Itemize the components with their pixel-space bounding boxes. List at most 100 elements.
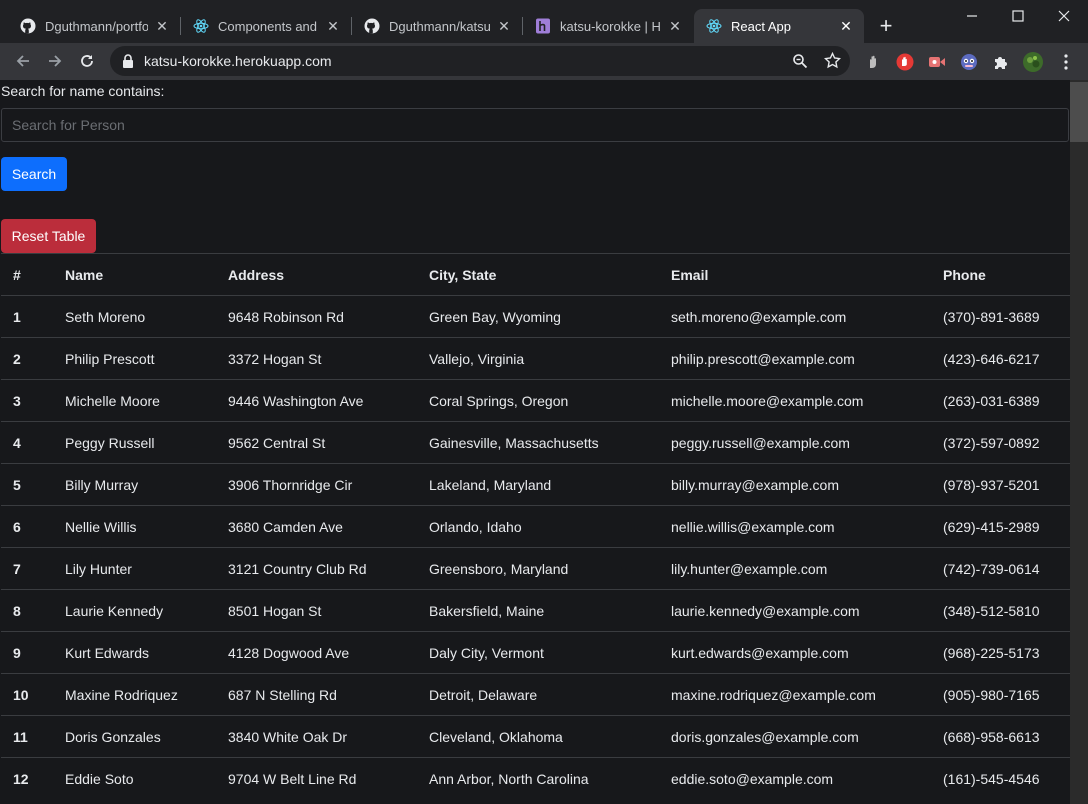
address-bar[interactable]: katsu-korokke.herokuapp.com xyxy=(110,46,850,76)
minimize-button[interactable] xyxy=(949,0,995,32)
row-phone: (668)-958-6613 xyxy=(931,715,1070,758)
row-phone: (370)-891-3689 xyxy=(931,295,1070,338)
search-input[interactable] xyxy=(1,108,1069,142)
row-address: 9648 Robinson Rd xyxy=(216,295,417,338)
row-city-state: Bakersfield, Maine xyxy=(417,589,659,632)
close-window-button[interactable] xyxy=(1041,0,1087,32)
row-city-state: Gainesville, Massachusetts xyxy=(417,421,659,464)
row-phone: (263)-031-6389 xyxy=(931,379,1070,422)
tab-title: Components and Props xyxy=(218,18,319,34)
page-content: Search for name contains: Search Reset T… xyxy=(0,80,1070,804)
row-address: 3372 Hogan St xyxy=(216,337,417,380)
row-city-state: Ann Arbor, North Carolina xyxy=(417,757,659,799)
tab-github-katsu[interactable]: Dguthmann/katsu-korokke ✕ xyxy=(352,9,522,43)
row-number: 6 xyxy=(1,505,53,548)
table-row: 8 Laurie Kennedy 8501 Hogan St Bakersfield,… xyxy=(1,589,1070,632)
tab-react-docs[interactable]: Components and Props ✕ xyxy=(181,9,351,43)
row-name: Maxine Rodriquez xyxy=(53,673,216,716)
browser-menu-icon[interactable] xyxy=(1056,52,1076,72)
github-icon xyxy=(20,18,36,34)
row-name: Doris Gonzales xyxy=(53,715,216,758)
row-email: eddie.soto@example.com xyxy=(659,757,931,799)
row-number: 8 xyxy=(1,589,53,632)
extension-stop-icon[interactable] xyxy=(895,52,915,72)
column-header-email: Email xyxy=(659,253,931,296)
maximize-button[interactable] xyxy=(995,0,1041,32)
bookmark-star-icon[interactable] xyxy=(823,51,842,74)
row-number: 9 xyxy=(1,631,53,674)
row-email: billy.murray@example.com xyxy=(659,463,931,506)
row-phone: (968)-225-5173 xyxy=(931,631,1070,674)
extension-face-icon[interactable] xyxy=(959,52,979,72)
column-header-name: Name xyxy=(53,253,216,296)
row-name: Eddie Soto xyxy=(53,757,216,799)
row-number: 7 xyxy=(1,547,53,590)
new-tab-button[interactable]: + xyxy=(874,14,898,38)
tab-strip: Dguthmann/portfolio ✕ Components and Pro… xyxy=(0,0,1088,43)
row-city-state: Lakeland, Maryland xyxy=(417,463,659,506)
row-email: peggy.russell@example.com xyxy=(659,421,931,464)
row-name: Lily Hunter xyxy=(53,547,216,590)
table-row: 2 Philip Prescott 3372 Hogan St Vallejo, Vi… xyxy=(1,337,1070,380)
row-phone: (348)-512-5810 xyxy=(931,589,1070,632)
row-name: Michelle Moore xyxy=(53,379,216,422)
table-header-row: # Name Address City, State Email Phone xyxy=(1,253,1070,296)
row-name: Billy Murray xyxy=(53,463,216,506)
row-phone: (423)-646-6217 xyxy=(931,337,1070,380)
close-tab-icon[interactable]: ✕ xyxy=(838,18,854,35)
page-scrollbar[interactable] xyxy=(1070,80,1088,804)
close-tab-icon[interactable]: ✕ xyxy=(154,18,170,35)
close-tab-icon[interactable]: ✕ xyxy=(496,18,512,35)
tab-title: Dguthmann/portfolio xyxy=(45,18,148,34)
column-header-city-state: City, State xyxy=(417,253,659,296)
react-icon xyxy=(193,18,209,34)
row-city-state: Detroit, Delaware xyxy=(417,673,659,716)
arrow-left-icon xyxy=(16,55,29,67)
row-number: 2 xyxy=(1,337,53,380)
table-body: 1 Seth Moreno 9648 Robinson Rd Green Bay, W… xyxy=(1,295,1070,799)
tab-react-app[interactable]: React App ✕ xyxy=(694,9,864,43)
row-number: 3 xyxy=(1,379,53,422)
row-address: 4128 Dogwood Ave xyxy=(216,631,417,674)
table-row: 6 Nellie Willis 3680 Camden Ave Orlando, Id… xyxy=(1,505,1070,548)
table-row: 12 Eddie Soto 9704 W Belt Line Rd Ann Arbor… xyxy=(1,757,1070,799)
row-address: 9562 Central St xyxy=(216,421,417,464)
extensions-puzzle-icon[interactable] xyxy=(991,52,1011,72)
row-number: 4 xyxy=(1,421,53,464)
reset-table-button[interactable]: Reset Table xyxy=(1,219,96,253)
row-name: Peggy Russell xyxy=(53,421,216,464)
extension-record-icon[interactable] xyxy=(927,52,947,72)
search-label: Search for name contains: xyxy=(1,83,165,99)
back-button[interactable] xyxy=(9,47,37,75)
row-phone: (742)-739-0614 xyxy=(931,547,1070,590)
tab-title: katsu-korokke | Heroku xyxy=(560,18,661,34)
column-header-phone: Phone xyxy=(931,253,1070,296)
close-tab-icon[interactable]: ✕ xyxy=(325,18,341,35)
row-number: 12 xyxy=(1,757,53,799)
profile-avatar[interactable] xyxy=(1023,52,1043,72)
row-address: 8501 Hogan St xyxy=(216,589,417,632)
tab-heroku[interactable]: katsu-korokke | Heroku ✕ xyxy=(523,9,693,43)
forward-button[interactable] xyxy=(41,47,69,75)
row-name: Kurt Edwards xyxy=(53,631,216,674)
tab-title: Dguthmann/katsu-korokke xyxy=(389,18,490,34)
react-icon xyxy=(706,18,722,34)
url-text: katsu-korokke.herokuapp.com xyxy=(144,53,332,69)
row-number: 11 xyxy=(1,715,53,758)
people-table: # Name Address City, State Email Phone 1… xyxy=(1,253,1070,799)
close-tab-icon[interactable]: ✕ xyxy=(667,18,683,35)
row-address: 9446 Washington Ave xyxy=(216,379,417,422)
extension-hand-icon[interactable] xyxy=(863,52,883,72)
tab-github-portfolio[interactable]: Dguthmann/portfolio ✕ xyxy=(8,9,180,43)
row-phone: (161)-545-4546 xyxy=(931,757,1070,799)
row-email: laurie.kennedy@example.com xyxy=(659,589,931,632)
table-row: 1 Seth Moreno 9648 Robinson Rd Green Bay, W… xyxy=(1,295,1070,338)
scrollbar-thumb[interactable] xyxy=(1070,82,1088,142)
reload-button[interactable] xyxy=(73,47,101,75)
table-row: 7 Lily Hunter 3121 Country Club Rd Greensbo… xyxy=(1,547,1070,590)
search-button[interactable]: Search xyxy=(1,157,67,191)
zoom-icon[interactable] xyxy=(792,53,808,74)
row-number: 10 xyxy=(1,673,53,716)
heroku-icon xyxy=(535,18,551,34)
row-address: 9704 W Belt Line Rd xyxy=(216,757,417,799)
